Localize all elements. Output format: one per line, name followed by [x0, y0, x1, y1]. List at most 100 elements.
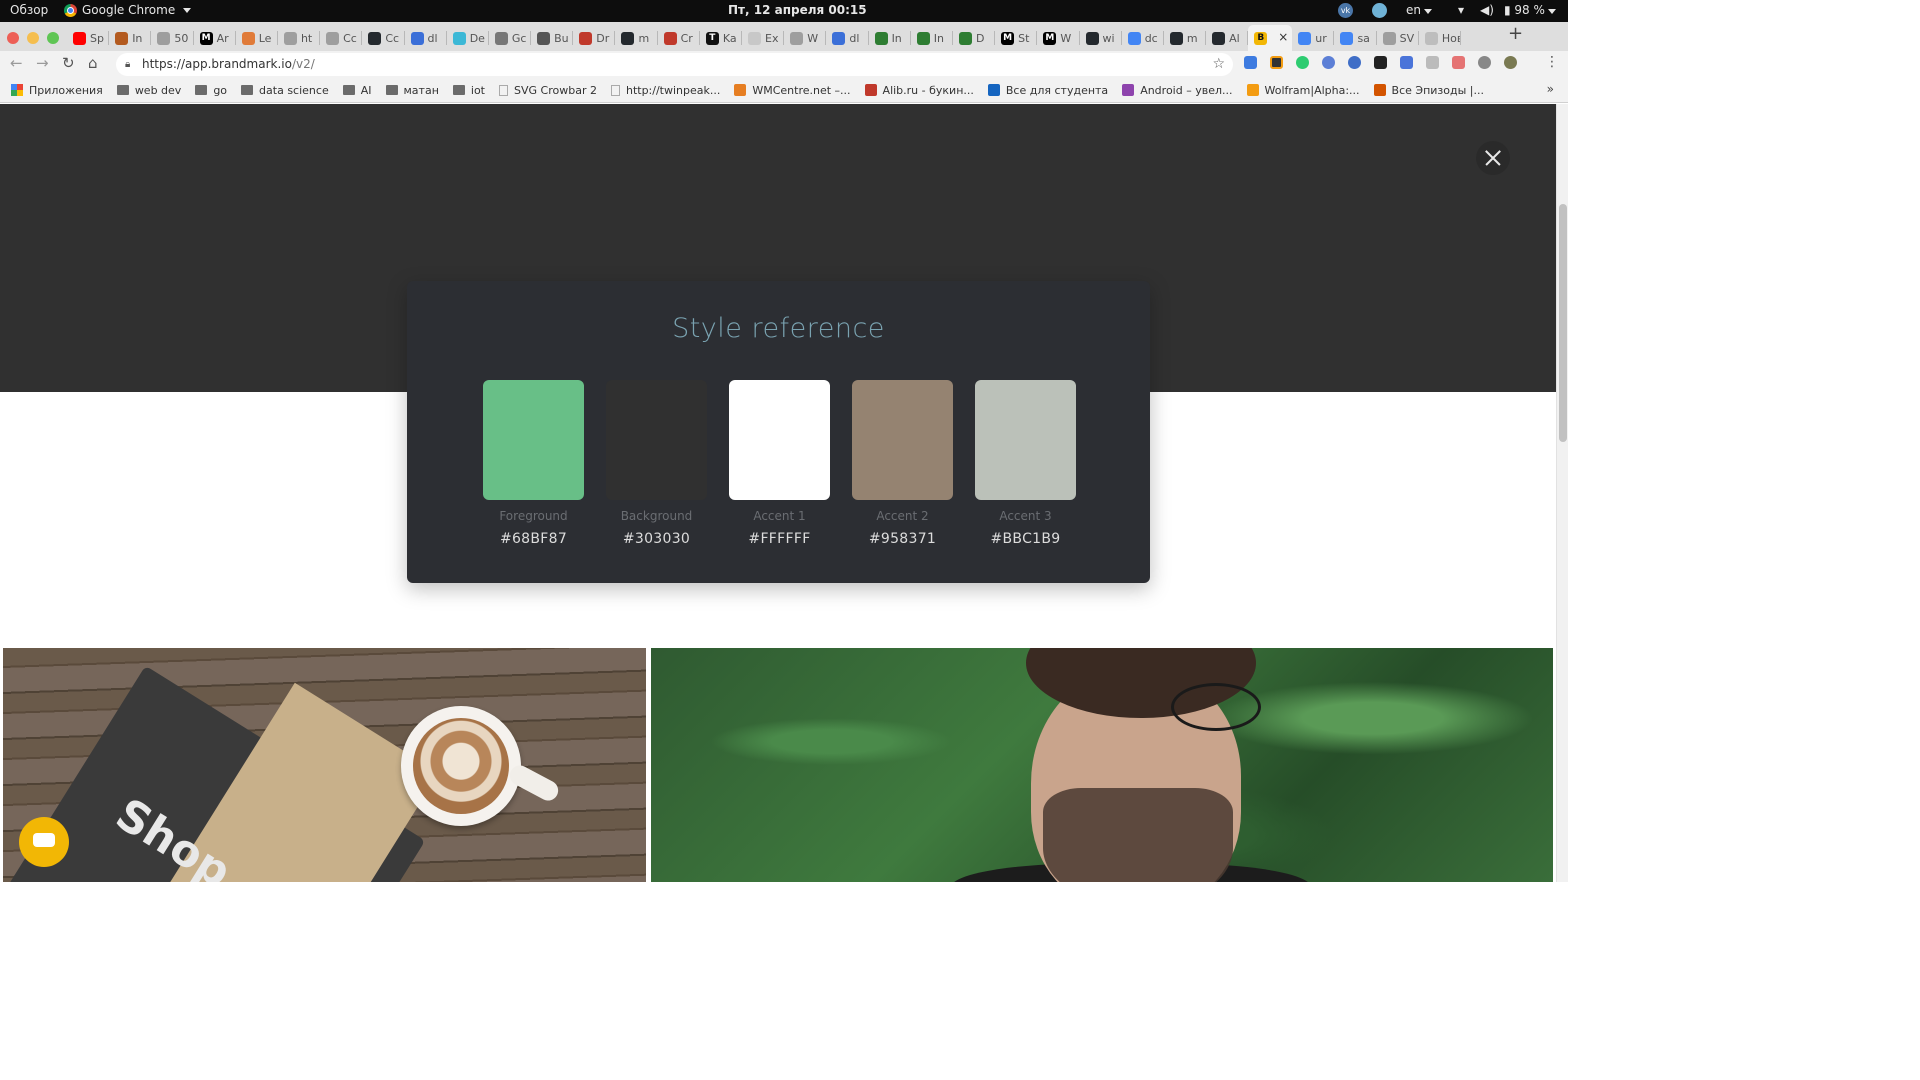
tab[interactable]: wi [1080, 25, 1122, 51]
sync-extension-icon[interactable] [1478, 56, 1491, 69]
system-clock[interactable]: Пт, 12 апреля 00:15 [728, 3, 867, 17]
tab[interactable]: ht [278, 25, 321, 51]
tab[interactable]: sa [1334, 25, 1377, 51]
tab[interactable]: M St [995, 25, 1038, 51]
bookmark-item[interactable]: Wolfram|Alpha:... [1246, 84, 1360, 97]
window-close-button[interactable] [7, 32, 19, 44]
bookmark-item[interactable]: Все Эпизоды |... [1373, 84, 1484, 97]
tab[interactable]: M Ar [194, 25, 236, 51]
color-swatch[interactable]: Foreground #68BF87 [483, 380, 584, 547]
tab[interactable]: 50 [151, 25, 194, 51]
bookmark-item[interactable]: web dev [116, 84, 181, 97]
swatch-chip[interactable] [852, 380, 953, 500]
more-menu-icon[interactable]: ⋮ [1545, 54, 1559, 70]
chat-widget-button[interactable] [19, 817, 69, 867]
tab[interactable]: ur [1292, 25, 1335, 51]
k-extension-icon[interactable] [1270, 56, 1283, 69]
tab[interactable]: Al [1206, 25, 1249, 51]
bookmark-item[interactable]: Приложения [11, 84, 103, 97]
tab[interactable]: In [109, 25, 152, 51]
settings-extension-icon[interactable] [1322, 56, 1335, 69]
telegram-tray-icon[interactable] [1372, 3, 1387, 18]
volume-icon[interactable]: ◀) [1480, 3, 1494, 17]
window-maximize-button[interactable] [47, 32, 59, 44]
tab[interactable]: In [869, 25, 911, 51]
tab[interactable]: Ex [742, 25, 785, 51]
page-scrollbar[interactable] [1556, 104, 1568, 882]
color-swatch[interactable]: Background #303030 [606, 380, 707, 547]
tab[interactable]: SV [1377, 25, 1419, 51]
tab[interactable]: Cc [320, 25, 363, 51]
home-icon[interactable]: ⌂ [88, 54, 98, 72]
swatch-hex-value[interactable]: #FFFFFF [729, 531, 830, 547]
translate-extension-icon[interactable] [1400, 56, 1413, 69]
bookmark-item[interactable]: go [195, 84, 227, 97]
app-menu[interactable]: Google Chrome [64, 3, 192, 17]
tab-active[interactable]: B × [1248, 25, 1293, 51]
scrollbar-thumb[interactable] [1559, 204, 1567, 442]
tab[interactable]: Sp [67, 25, 110, 51]
swatch-chip[interactable] [729, 380, 830, 500]
bookmark-item[interactable]: Android – увел... [1122, 84, 1233, 97]
swatch-hex-value[interactable]: #BBC1B9 [975, 531, 1076, 547]
keyboard-layout-indicator[interactable]: en [1406, 3, 1432, 17]
bookmark-item[interactable]: WMCentre.net –... [734, 84, 851, 97]
close-icon[interactable] [1476, 141, 1510, 175]
tab[interactable]: MW [1037, 25, 1080, 51]
tab[interactable]: Новая [1419, 25, 1461, 51]
tab-close-icon[interactable]: × [1278, 30, 1288, 44]
profile-avatar-icon[interactable] [1504, 56, 1517, 69]
activities-button[interactable]: Обзор [10, 3, 48, 17]
bookmark-item[interactable]: матан [385, 84, 439, 97]
bookmark-item[interactable]: data science [241, 84, 329, 97]
lock-icon[interactable]: 🔒︎ [125, 53, 130, 76]
red-extension-icon[interactable] [1452, 56, 1465, 69]
reload-icon[interactable]: ↻ [62, 54, 75, 72]
color-swatch[interactable]: Accent 3 #BBC1B9 [975, 380, 1076, 547]
tab[interactable]: Le [236, 25, 278, 51]
color-swatch[interactable]: Accent 2 #958371 [852, 380, 953, 547]
address-bar[interactable]: 🔒︎ https://app.brandmark.io/v2/ ☆ [116, 53, 1233, 76]
bookmark-item[interactable]: AI [342, 84, 372, 97]
dark-extension-icon[interactable] [1374, 56, 1387, 69]
forward-arrow-icon[interactable]: → [36, 54, 49, 72]
swatch-chip[interactable] [483, 380, 584, 500]
tab[interactable]: m [615, 25, 658, 51]
color-swatch[interactable]: Accent 1 #FFFFFF [729, 380, 830, 547]
tab[interactable]: In [911, 25, 953, 51]
tab[interactable]: Dr [573, 25, 616, 51]
wifi-icon[interactable]: ▾ [1458, 3, 1464, 17]
battery-indicator[interactable]: ▮ 98 % [1504, 3, 1556, 17]
bookmark-item[interactable]: SVG Crowbar 2 [499, 84, 597, 97]
green-extension-icon[interactable] [1296, 56, 1309, 69]
swatch-chip[interactable] [975, 380, 1076, 500]
tab[interactable]: W [784, 25, 827, 51]
blue-extension-icon[interactable] [1348, 56, 1361, 69]
bookmark-item[interactable]: Alib.ru - букин... [864, 84, 974, 97]
new-tab-button[interactable]: + [1508, 23, 1523, 44]
bookmark-item[interactable]: iot [452, 84, 485, 97]
bookmark-item[interactable]: Все для студента [987, 84, 1108, 97]
bookmark-star-icon[interactable]: ☆ [1212, 53, 1225, 76]
tab[interactable]: dl [826, 25, 869, 51]
tab[interactable]: D [953, 25, 996, 51]
tab[interactable]: Bu [531, 25, 574, 51]
tab[interactable]: dl [405, 25, 447, 51]
tab[interactable]: Cc [362, 25, 405, 51]
tab[interactable]: dc [1122, 25, 1164, 51]
swatch-hex-value[interactable]: #958371 [852, 531, 953, 547]
back-arrow-icon[interactable]: ← [10, 54, 23, 72]
tab[interactable]: De [447, 25, 489, 51]
tab[interactable]: m [1164, 25, 1207, 51]
tab[interactable]: T Ka [700, 25, 742, 51]
bookmarks-overflow-icon[interactable]: » [1547, 82, 1554, 96]
tab[interactable]: Cr [658, 25, 700, 51]
gray-extension-icon[interactable] [1426, 56, 1439, 69]
swatch-hex-value[interactable]: #68BF87 [483, 531, 584, 547]
window-minimize-button[interactable] [27, 32, 39, 44]
swatch-chip[interactable] [606, 380, 707, 500]
tab[interactable]: Gc [489, 25, 532, 51]
bookmark-item[interactable]: http://twinpeak... [610, 84, 720, 97]
bitwarden-extension-icon[interactable] [1244, 56, 1257, 69]
vk-tray-icon[interactable]: vk [1338, 3, 1353, 18]
